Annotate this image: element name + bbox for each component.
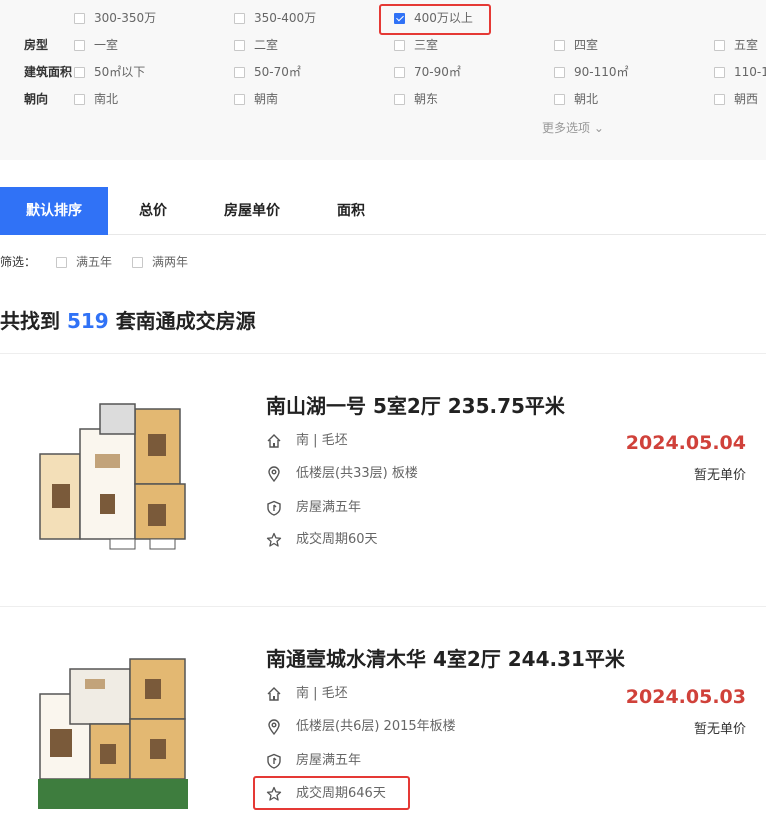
filter-label-layout: 房型: [24, 38, 49, 52]
listing-orientation: 南 | 毛坯: [266, 684, 348, 704]
star-icon: [266, 532, 282, 547]
checkbox-icon[interactable]: [554, 39, 565, 51]
listing-tag: 房屋满五年: [266, 751, 361, 771]
filter-option-layout-3[interactable]: 三室: [394, 33, 438, 57]
highlight-box-period: [253, 776, 410, 810]
tab-default-sort[interactable]: 默认排序: [0, 187, 108, 235]
filter-option-layout-1[interactable]: 一室: [74, 33, 118, 57]
filter-option-layout-5[interactable]: 五室: [714, 33, 758, 57]
result-count-title: 共找到 519 套南通成交房源: [0, 309, 256, 333]
filter-row-area: 建筑面积 50㎡以下 50-70㎡ 70-90㎡ 90-110㎡ 110-1: [0, 60, 766, 84]
filter-option-area-2[interactable]: 50-70㎡: [234, 60, 301, 84]
checkbox-icon[interactable]: [74, 39, 85, 51]
tab-total-price[interactable]: 总价: [118, 187, 188, 235]
checkbox-icon[interactable]: [74, 66, 85, 78]
filter-option-area-5[interactable]: 110-1: [714, 60, 766, 84]
filter-row-layout: 房型 一室 二室 三室 四室 五室: [0, 33, 766, 57]
checkbox-icon[interactable]: [56, 256, 68, 268]
screening-row: 筛选： 满五年 满两年: [0, 250, 188, 274]
floorplan-image[interactable]: [30, 649, 200, 814]
filter-option-orientation-4[interactable]: 朝北: [554, 87, 598, 111]
filter-panel: 300-350万 350-400万 400万以上 房型 一室 二室 三室 四室 …: [0, 0, 766, 160]
screening-option-two-years[interactable]: 满两年: [132, 250, 188, 274]
checkbox-icon[interactable]: [74, 12, 85, 24]
location-pin-icon: [268, 719, 280, 735]
checkbox-icon[interactable]: [554, 66, 565, 78]
filter-option-orientation-5[interactable]: 朝西: [714, 87, 758, 111]
result-count: 519: [66, 309, 109, 333]
filter-option-orientation-1[interactable]: 南北: [74, 87, 118, 111]
listing-item[interactable]: 南通壹城水清木华 4室2厅 244.31平米 南 | 毛坯 低楼层(共6层) 2…: [0, 607, 766, 837]
filter-option-area-1[interactable]: 50㎡以下: [74, 60, 145, 84]
checkbox-icon[interactable]: [394, 66, 405, 78]
checkbox-icon[interactable]: [394, 93, 405, 105]
checkbox-icon[interactable]: [132, 256, 144, 268]
filter-option-layout-4[interactable]: 四室: [554, 33, 598, 57]
screening-option-five-years[interactable]: 满五年: [56, 250, 112, 274]
listing-floor: 低楼层(共33层) 板楼: [266, 464, 418, 484]
tab-area[interactable]: 面积: [318, 187, 384, 235]
filter-row-orientation: 朝向 南北 朝南 朝东 朝北 朝西: [0, 87, 766, 111]
filter-option-orientation-2[interactable]: 朝南: [234, 87, 278, 111]
deal-date: 2024.05.03: [625, 686, 746, 708]
unit-price: 暂无单价: [693, 468, 746, 483]
filter-option-layout-2[interactable]: 二室: [234, 33, 278, 57]
shield-icon: [267, 500, 281, 516]
sort-bar: 默认排序 总价 房屋单价 面积: [0, 187, 766, 235]
filter-option-price-2[interactable]: 350-400万: [234, 6, 316, 30]
checkbox-icon[interactable]: [234, 12, 245, 24]
floorplan-image[interactable]: [30, 394, 200, 559]
filter-label-area: 建筑面积: [24, 65, 73, 79]
house-icon: [267, 434, 281, 448]
listing-period: 成交周期60天: [266, 530, 378, 550]
checkbox-icon[interactable]: [554, 93, 565, 105]
checkbox-icon[interactable]: [714, 93, 725, 105]
filter-option-area-3[interactable]: 70-90㎡: [394, 60, 461, 84]
screening-label: 筛选：: [0, 255, 37, 269]
checkbox-icon[interactable]: [714, 66, 725, 78]
shield-icon: [267, 753, 281, 769]
tab-unit-price[interactable]: 房屋单价: [206, 187, 298, 235]
filter-option-area-4[interactable]: 90-110㎡: [554, 60, 629, 84]
checkbox-icon[interactable]: [394, 39, 405, 51]
house-icon: [267, 687, 281, 701]
checkbox-icon[interactable]: [234, 39, 245, 51]
listing-title[interactable]: 南山湖一号 5室2厅 235.75平米: [266, 391, 565, 421]
checkbox-icon[interactable]: [234, 93, 245, 105]
listing-tag: 房屋满五年: [266, 498, 361, 518]
listing-orientation: 南 | 毛坯: [266, 431, 348, 451]
listing-title[interactable]: 南通壹城水清木华 4室2厅 244.31平米: [266, 644, 625, 674]
filter-label-orientation: 朝向: [24, 92, 49, 106]
more-options-link[interactable]: 更多选项 ⌄: [542, 118, 604, 138]
location-pin-icon: [268, 466, 280, 482]
checkbox-icon[interactable]: [714, 39, 725, 51]
deal-date: 2024.05.04: [625, 432, 746, 454]
checkbox-icon[interactable]: [74, 93, 85, 105]
highlight-box-price: [379, 4, 491, 35]
filter-option-orientation-3[interactable]: 朝东: [394, 87, 438, 111]
checkbox-icon[interactable]: [234, 66, 245, 78]
filter-option-price-1[interactable]: 300-350万: [74, 6, 156, 30]
listing-floor: 低楼层(共6层) 2015年板楼: [266, 717, 456, 737]
unit-price: 暂无单价: [693, 722, 746, 737]
listing-item[interactable]: 南山湖一号 5室2厅 235.75平米 南 | 毛坯 低楼层(共33层) 板楼 …: [0, 354, 766, 606]
